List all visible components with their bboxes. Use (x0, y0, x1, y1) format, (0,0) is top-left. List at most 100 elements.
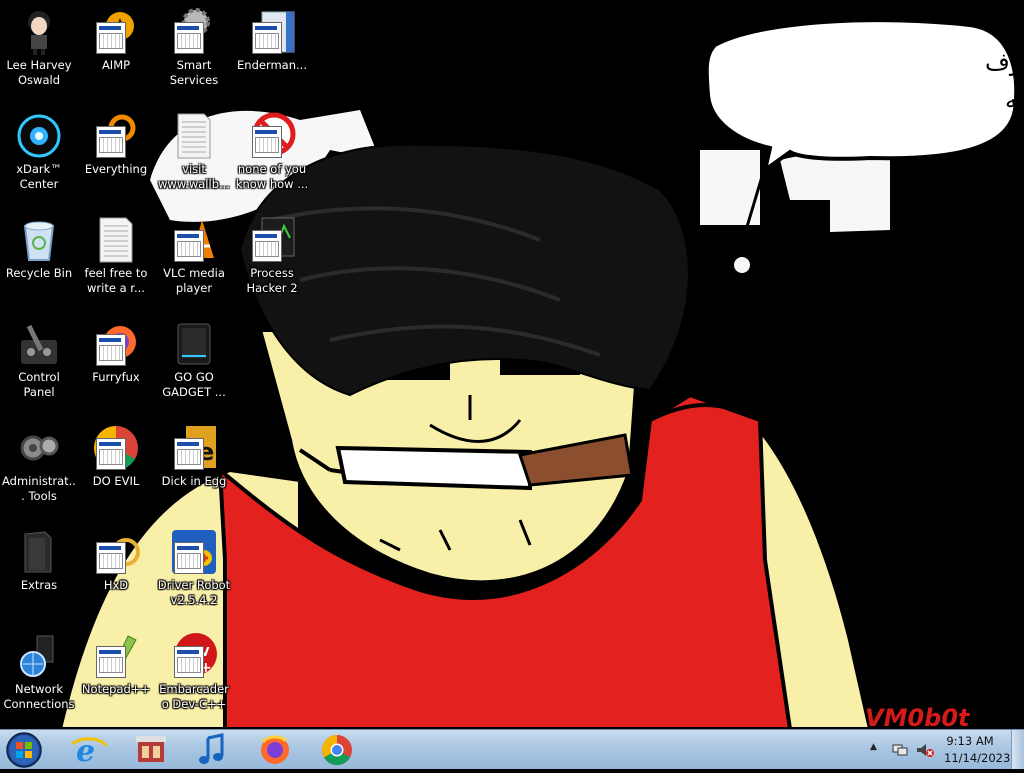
desktop-icon-driver-robot[interactable]: Driver Robot v2.5.4.2 (156, 524, 232, 624)
everything-search-icon (92, 112, 140, 160)
desktop-icon-aimp[interactable]: AIMP (78, 4, 154, 104)
text-document-icon (92, 216, 140, 264)
control-panel-icon (15, 320, 63, 368)
desktop-icon-label: none of you know how ... (235, 162, 309, 191)
desktop-icon-label: Driver Robot v2.5.4.2 (157, 578, 231, 607)
desktop-icon-feel-free-to-write[interactable]: feel free to write a r... (78, 212, 154, 312)
music-note-icon (199, 733, 224, 764)
desktop-icon-label: Embarcadero Dev-C++ (159, 682, 229, 711)
shortcut-stub-icon (96, 646, 126, 678)
no-sign-icon (248, 112, 296, 160)
speech-bubble-line2: لموت وتنفيذ مشيئة الله (1005, 86, 1024, 114)
clock-time[interactable]: 9:13 AM (944, 734, 996, 748)
desktop-icon-label: xDark™ Center (16, 162, 62, 191)
desktop-icon-go-go-gadget[interactable]: GO GO GADGET ... (156, 316, 232, 416)
start-button[interactable] (4, 731, 44, 769)
desktop-icon-do-evil[interactable]: DO EVIL (78, 420, 154, 520)
desktop-icon-label: VLC media player (163, 266, 225, 295)
desktop-icon-label: HxD (103, 578, 129, 592)
gear-icon (170, 8, 218, 56)
shortcut-stub-icon (174, 646, 204, 678)
desktop-icon-notepad-plus-plus[interactable]: Notepad++ (78, 628, 154, 728)
firefox-icon (92, 320, 140, 368)
desktop-icon-smart-services[interactable]: Smart Services (156, 4, 232, 104)
desktop-icon-label: Network Connections (3, 682, 75, 711)
recycle-bin-icon (15, 216, 63, 264)
shortcut-stub-icon (96, 22, 126, 54)
gadget-icon (170, 320, 218, 368)
firefox-icon (261, 735, 289, 764)
taskbar-internet-explorer[interactable]: e (62, 732, 116, 769)
desktop-icon-label: Furryfux (92, 370, 140, 384)
desktop-icon-dick-in-egg[interactable]: e Dick in Egg (156, 420, 232, 520)
desktop-icon-control-panel[interactable]: Control Panel (1, 316, 77, 416)
taskbar-chrome[interactable] (310, 732, 364, 767)
desktop-icon-process-hacker-2[interactable]: Process Hacker 2 (234, 212, 310, 312)
volume-muted-icon[interactable] (916, 742, 934, 758)
desktop-icon-label: Control Panel (18, 370, 60, 399)
desktop-icon-label: Lee Harvey Oswald (6, 58, 72, 87)
desktop[interactable]: حان وقت أكل القرف لموت وتنفيذ مشيئة الله… (0, 0, 1024, 729)
desktop-icon-lee-harvey-oswald[interactable]: Lee Harvey Oswald (1, 4, 77, 104)
network-status-icon[interactable] (892, 742, 908, 758)
shortcut-stub-icon (174, 542, 204, 574)
desktop-icon-label: Notepad++ (81, 682, 151, 696)
hxd-icon (92, 528, 140, 576)
desktop-icon-label: GO GO GADGET ... (162, 370, 226, 399)
shortcut-stub-icon (252, 126, 282, 158)
desktop-icon-label: DO EVIL (92, 474, 140, 488)
shortcut-stub-icon (174, 230, 204, 262)
process-hacker-icon (248, 216, 296, 264)
text-document-icon (170, 112, 218, 160)
taskbar: e ▲ 9:13 AM 11/14/2023 (0, 729, 1024, 769)
desktop-icon-vlc-media-player[interactable]: VLC media player (156, 212, 232, 312)
shortcut-stub-icon (96, 334, 126, 366)
shortcut-stub-icon (174, 22, 204, 54)
desktop-icon-furryfux[interactable]: Furryfux (78, 316, 154, 416)
aimp-icon (92, 8, 140, 56)
notification-area: ▲ 9:13 AM 11/14/2023 (864, 730, 1024, 769)
shortcut-stub-icon (96, 438, 126, 470)
anime-character-icon (15, 8, 63, 56)
show-desktop-button[interactable] (1011, 730, 1024, 769)
desktop-icon-label: Recycle Bin (5, 266, 73, 280)
chrome-icon (321, 735, 352, 766)
notepad-plus-plus-icon (92, 632, 140, 680)
desktop-icon-visit-wallb[interactable]: visit www.wallb... (156, 108, 232, 208)
xdark-orb-icon (15, 112, 63, 160)
desktop-icon-network-connections[interactable]: Network Connections (1, 628, 77, 728)
desktop-icon-xdark-center[interactable]: xDark™ Center (1, 108, 77, 208)
start-orb-icon (6, 732, 42, 768)
taskbar-store-app[interactable] (124, 732, 178, 767)
desktop-icon-label: Process Hacker 2 (246, 266, 298, 295)
desktop-icon-extras[interactable]: Extras (1, 524, 77, 624)
devcpp-icon: DEV+ (170, 632, 218, 680)
taskbar-music-player[interactable] (186, 732, 240, 767)
desktop-icon-recycle-bin[interactable]: Recycle Bin (1, 212, 77, 312)
clock-date[interactable]: 11/14/2023 (944, 751, 1010, 765)
desktop-icon-label: AIMP (101, 58, 131, 72)
internet-explorer-icon: e (71, 734, 108, 769)
taskbar-firefox[interactable] (248, 732, 302, 767)
shortcut-stub-icon (174, 438, 204, 470)
shortcut-stub-icon (96, 542, 126, 574)
desktop-icon-administrative-tools[interactable]: Administrat... Tools (1, 420, 77, 520)
desktop-icon-label: Enderman... (237, 58, 307, 72)
show-hidden-icons-button[interactable]: ▲ (870, 742, 877, 752)
desktop-icon-embarcadero-dev-cpp[interactable]: DEV+ Embarcadero Dev-C++ (156, 628, 232, 728)
desktop-icon-hxd[interactable]: HxD (78, 524, 154, 624)
desktop-icon-enderman[interactable]: Enderman... (234, 4, 310, 104)
shortcut-stub-icon (96, 126, 126, 158)
desktop-icon-label: Extras (20, 578, 58, 592)
chrome-icon (92, 424, 140, 472)
folder-icon (15, 528, 63, 576)
shortcut-stub-icon (252, 230, 282, 262)
desktop-icon-label: visit www.wallb... (158, 162, 230, 191)
desktop-icon-none-of-you-know-how[interactable]: none of you know how ... (234, 108, 310, 208)
admin-tools-icon (15, 424, 63, 472)
desktop-icon-label: Administrat... Tools (2, 474, 76, 503)
desktop-icon-label: Dick in Egg (161, 474, 227, 488)
watermark: VM0b0t (865, 704, 971, 729)
egg-app-icon: e (170, 424, 218, 472)
desktop-icon-everything[interactable]: Everything (78, 108, 154, 208)
